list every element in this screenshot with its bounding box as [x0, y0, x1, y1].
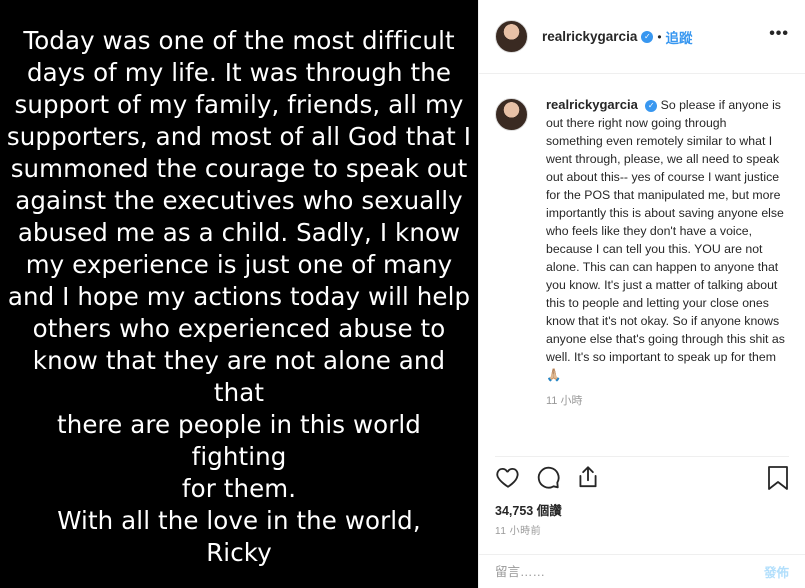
- caption-avatar[interactable]: [495, 98, 528, 131]
- more-options-icon[interactable]: •••: [769, 26, 789, 42]
- caption: realrickygarcia ✓ So please if anyone is…: [495, 96, 789, 408]
- caption-text: realrickygarcia ✓ So please if anyone is…: [546, 96, 786, 384]
- follow-button[interactable]: 追蹤: [666, 27, 693, 47]
- comments-section: realrickygarcia ✓ So please if anyone is…: [479, 74, 805, 456]
- comment-box: 發佈: [479, 554, 805, 588]
- bookmark-icon[interactable]: [767, 465, 789, 491]
- caption-time: 11 小時: [546, 395, 583, 407]
- separator-dot: •: [657, 29, 662, 44]
- comment-input[interactable]: [495, 564, 764, 579]
- action-bar: [495, 456, 789, 496]
- post-details-panel: realrickygarcia ✓ • 追蹤 ••• realrickygarc…: [478, 0, 805, 588]
- caption-body: realrickygarcia ✓ So please if anyone is…: [546, 96, 786, 408]
- verified-icon: ✓: [645, 99, 658, 112]
- post-image: Today was one of the most difficult days…: [0, 0, 478, 588]
- caption-username[interactable]: realrickygarcia: [546, 97, 638, 112]
- header-username[interactable]: realrickygarcia: [542, 29, 637, 44]
- share-icon[interactable]: [575, 464, 601, 490]
- likes-count[interactable]: 34,753 個讚: [495, 500, 562, 519]
- verified-icon: ✓: [641, 30, 654, 43]
- post-comment-button[interactable]: 發佈: [764, 562, 789, 581]
- avatar[interactable]: [495, 20, 528, 53]
- post-header: realrickygarcia ✓ • 追蹤 •••: [479, 0, 805, 74]
- heart-icon[interactable]: [495, 464, 521, 490]
- post-timestamp: 11 小時前: [495, 526, 542, 537]
- comment-icon[interactable]: [535, 464, 561, 490]
- caption-content: So please if anyone is out there right n…: [546, 98, 785, 382]
- post-image-text: Today was one of the most difficult days…: [6, 26, 472, 567]
